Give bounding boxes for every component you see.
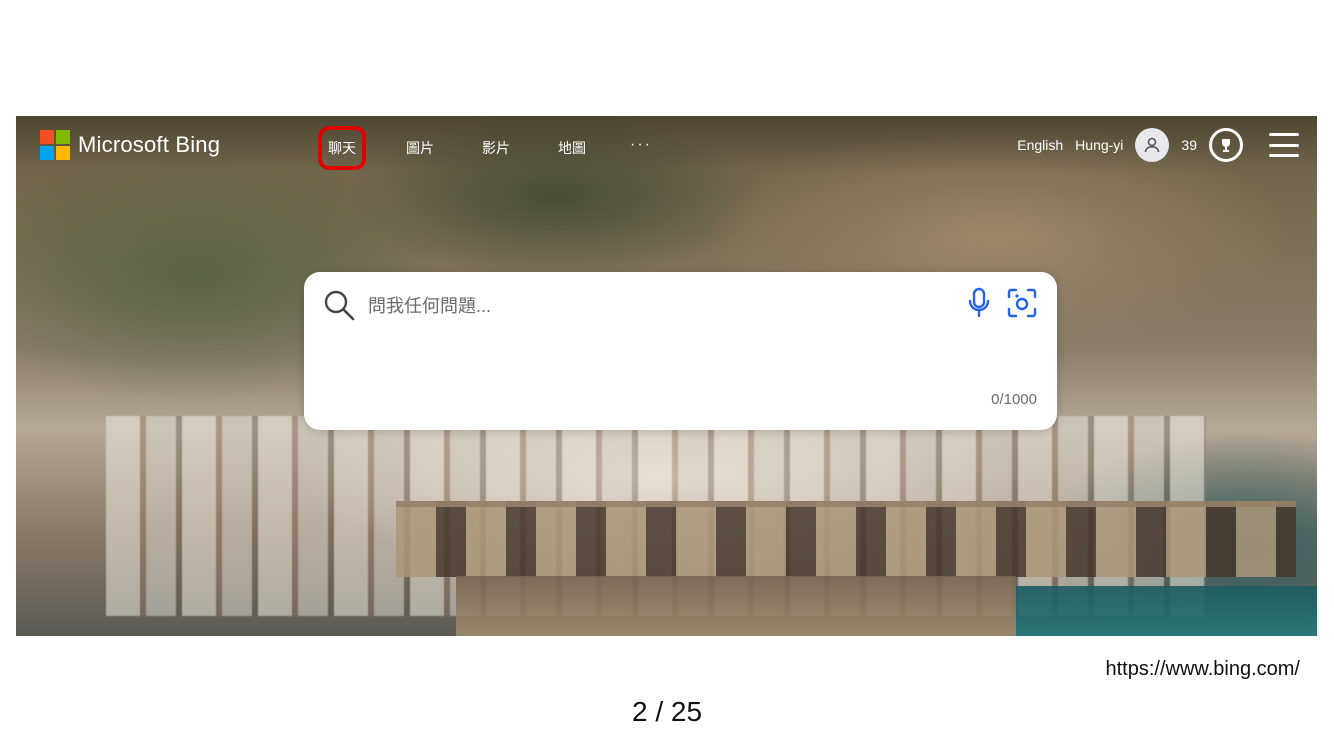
visual-search-icon[interactable] (1005, 286, 1039, 325)
microphone-icon[interactable] (965, 286, 993, 325)
bing-homepage-screenshot: Microsoft Bing 聊天 圖片 影片 地圖 ··· English H… (16, 116, 1317, 636)
character-counter: 0/1000 (991, 391, 1037, 408)
nav-videos[interactable]: 影片 (478, 132, 514, 166)
language-switch[interactable]: English (1017, 137, 1063, 153)
bing-logo[interactable]: Microsoft Bing (40, 130, 220, 160)
search-icon (322, 288, 356, 327)
page-indicator: 2 / 25 (631, 696, 703, 727)
nav-images[interactable]: 圖片 (402, 132, 438, 166)
header-right-tools: English Hung-yi 39 (1017, 128, 1299, 162)
user-avatar-icon[interactable] (1135, 128, 1170, 162)
microsoft-logo-icon (40, 130, 70, 160)
nav-chat[interactable]: 聊天 (318, 126, 366, 170)
background-beach (456, 576, 1016, 636)
chat-search-box: 0/1000 (304, 272, 1057, 430)
background-arches (396, 501, 1296, 577)
top-bar: Microsoft Bing 聊天 圖片 影片 地圖 ··· English H… (16, 116, 1317, 172)
source-url: https://www.bing.com/ (1105, 658, 1300, 680)
background-sea (1016, 586, 1317, 636)
search-input[interactable] (366, 290, 930, 322)
rewards-points[interactable]: 39 (1181, 137, 1197, 153)
rewards-trophy-icon[interactable] (1209, 128, 1243, 162)
nav-more-button[interactable]: ··· (630, 132, 652, 166)
hamburger-menu-icon[interactable] (1269, 131, 1299, 159)
brand-name: Microsoft Bing (78, 132, 221, 157)
user-name[interactable]: Hung-yi (1075, 137, 1123, 153)
nav-maps[interactable]: 地圖 (554, 132, 590, 166)
main-nav: 聊天 圖片 影片 地圖 ··· (318, 126, 652, 170)
